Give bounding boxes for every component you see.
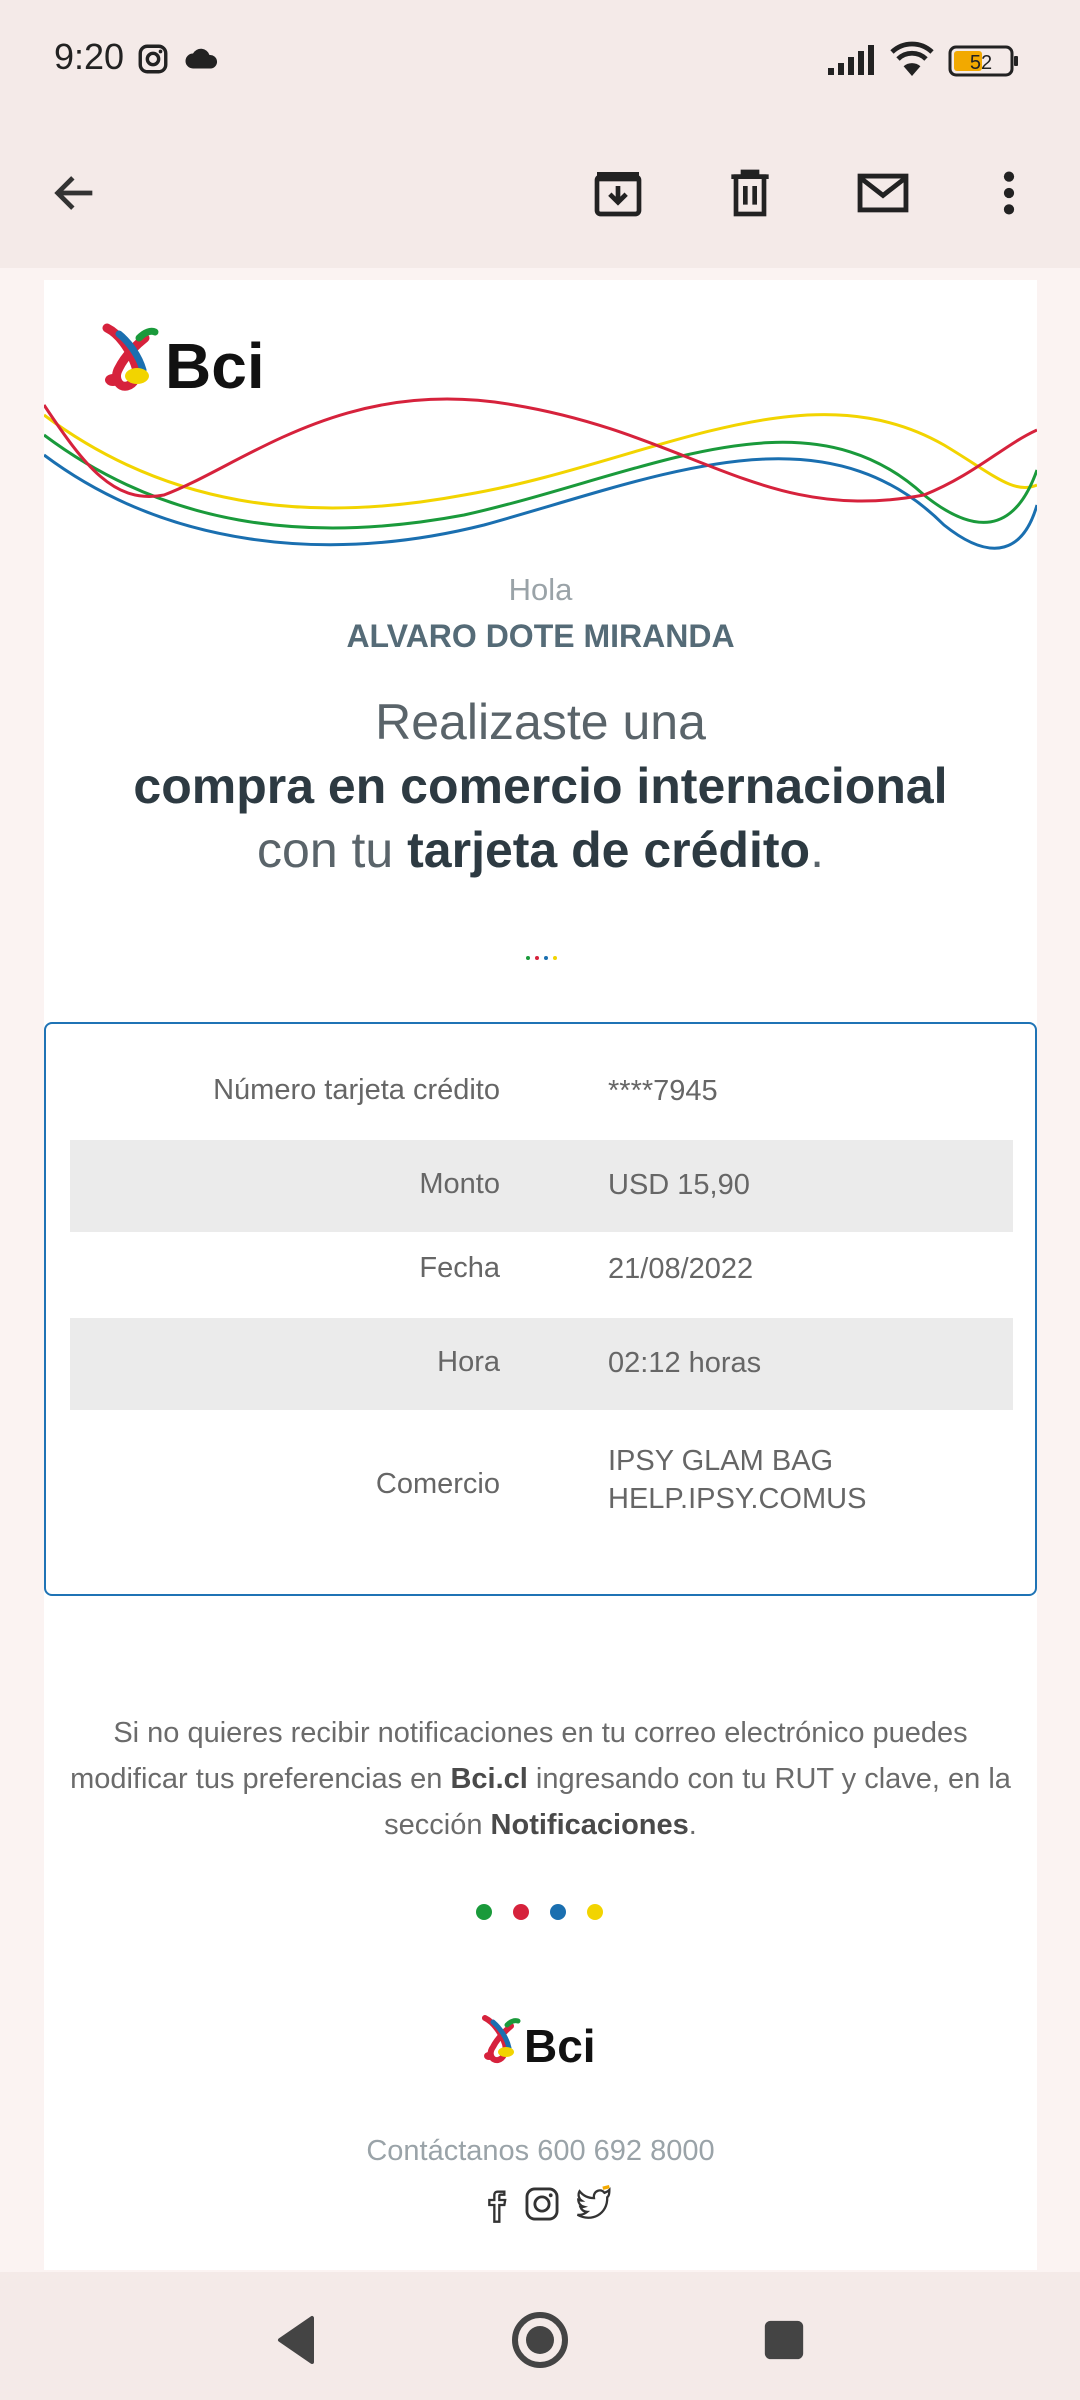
detail-row-merchant: Comercio IPSY GLAM BAG HELP.IPSY.COMUS — [70, 1428, 1013, 1532]
square-recents-icon — [761, 2317, 807, 2367]
detail-label: Monto — [419, 1168, 500, 1200]
detail-value: 21/08/2022 — [608, 1253, 754, 1285]
decorative-dots — [474, 1902, 614, 1926]
detail-label: Comercio — [375, 1468, 500, 1500]
headline-line1: Realizaste una — [375, 694, 706, 750]
footer-text3: . — [688, 1809, 697, 1841]
detail-row-time: Hora 02:12 horas — [70, 1318, 1013, 1410]
headline-line3-bold: tarjeta de crédito — [407, 822, 811, 878]
detail-label: Hora — [437, 1346, 500, 1378]
triangle-back-icon — [272, 2314, 320, 2370]
back-button[interactable] — [30, 150, 120, 240]
facebook-icon[interactable] — [481, 2185, 511, 2229]
detail-value: ****7945 — [608, 1075, 718, 1107]
detail-row-amount: Monto USD 15,90 — [70, 1140, 1013, 1232]
brand-text-footer: Bci — [524, 2020, 596, 2072]
home-circle-icon — [510, 2310, 570, 2374]
more-options-button[interactable] — [964, 150, 1054, 240]
decorative-dots-small — [524, 948, 560, 967]
bci-link[interactable]: Bci.cl — [450, 1763, 527, 1795]
detail-value: USD 15,90 — [608, 1169, 750, 1201]
merchant-line2: HELP.IPSY.COMUS — [608, 1483, 867, 1515]
arrow-left-icon — [49, 167, 101, 223]
nav-back-button[interactable] — [266, 2312, 326, 2372]
detail-value: 02:12 horas — [608, 1347, 762, 1379]
headline-line3-suffix: . — [810, 822, 824, 878]
signal-icon — [826, 44, 876, 80]
contact-phone: Contáctanos 600 692 8000 — [366, 2135, 715, 2167]
mark-unread-icon — [854, 164, 912, 226]
detail-row-date: Fecha 21/08/2022 — [70, 1242, 1013, 1298]
headline-line3: con tu tarjeta de crédito. — [44, 818, 1037, 882]
headline: Realizaste una compra en comercio intern… — [44, 690, 1037, 882]
recipient-name: ALVARO DOTE MIRANDA — [346, 618, 735, 654]
app-bar — [0, 120, 1080, 268]
instagram-notification-icon — [136, 42, 170, 80]
more-vert-icon — [989, 165, 1029, 225]
navigation-bar — [0, 2272, 1080, 2400]
delete-button[interactable] — [705, 150, 795, 240]
bci-logo-footer: Bci — [479, 2012, 603, 2076]
wifi-icon — [888, 40, 936, 82]
status-bar: 9:20 52 — [0, 0, 1080, 120]
archive-icon — [590, 165, 646, 225]
email-body: Bci Hola ALVARO DOTE MIRANDA Realizaste … — [42, 280, 1039, 2270]
twitter-icon[interactable] — [573, 2185, 613, 2229]
detail-label: Fecha — [419, 1252, 500, 1284]
svg-text:52: 52 — [970, 52, 992, 74]
archive-button[interactable] — [573, 150, 663, 240]
nav-recents-button[interactable] — [754, 2312, 814, 2372]
social-links — [481, 2185, 613, 2229]
detail-row-card: Número tarjeta crédito ****7945 — [70, 1064, 1013, 1120]
transaction-details: Número tarjeta crédito ****7945 Monto US… — [44, 1022, 1037, 1596]
notifications-section: Notificaciones — [490, 1809, 689, 1841]
status-time: 9:20 — [54, 36, 125, 77]
nav-home-button[interactable] — [510, 2312, 570, 2372]
greeting: Hola — [508, 572, 573, 607]
merchant-line1: IPSY GLAM BAG — [608, 1445, 834, 1477]
instagram-icon[interactable] — [523, 2185, 561, 2229]
detail-label: Número tarjeta crédito — [213, 1074, 500, 1106]
headline-line3-prefix: con tu — [257, 822, 394, 878]
battery-icon: 52 — [948, 45, 1020, 81]
detail-value: IPSY GLAM BAG HELP.IPSY.COMUS — [608, 1442, 866, 1518]
mark-unread-button[interactable] — [838, 150, 928, 240]
cloud-icon — [184, 44, 220, 76]
footer-notice: Si no quieres recibir notificaciones en … — [44, 1710, 1037, 1848]
delete-icon — [722, 165, 778, 225]
decorative-waves — [42, 375, 1039, 564]
headline-line2: compra en comercio internacional — [133, 758, 948, 814]
